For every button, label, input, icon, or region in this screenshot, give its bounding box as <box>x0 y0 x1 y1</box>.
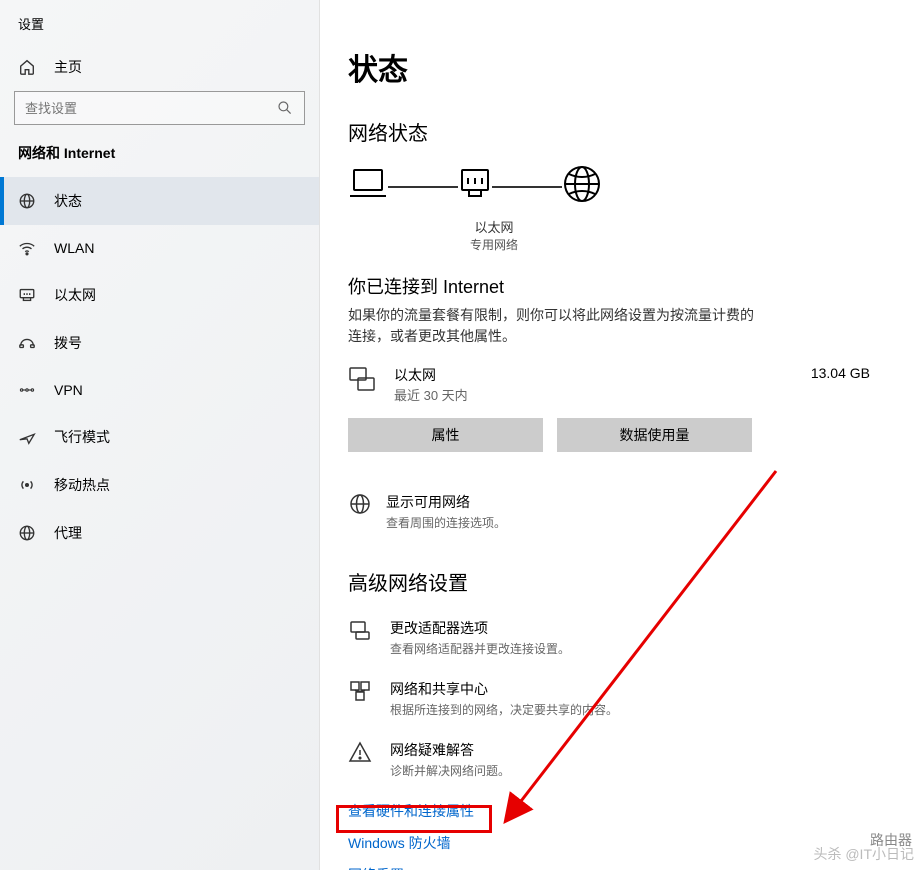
sidebar-item-label: 以太网 <box>54 285 96 305</box>
sidebar-item-label: 代理 <box>54 523 82 543</box>
sidebar-item-ethernet[interactable]: 以太网 <box>0 271 319 319</box>
page-title: 状态 <box>348 45 920 89</box>
ethernet-port-icon <box>458 166 492 207</box>
sidebar-item-label: VPN <box>54 382 83 398</box>
sidebar-item-label: 拨号 <box>54 333 82 353</box>
search-input[interactable] <box>25 101 276 116</box>
sidebar-item-proxy[interactable]: 代理 <box>0 509 319 557</box>
ethernet-info-row: 以太网 最近 30 天内 13.04 GB <box>348 365 920 404</box>
highlight-box <box>336 805 492 833</box>
sidebar-item-label: WLAN <box>54 240 94 256</box>
sidebar-item-label: 飞行模式 <box>54 427 110 447</box>
ethernet-icon <box>348 365 376 398</box>
sidebar-item-label: 移动热点 <box>54 475 110 495</box>
available-networks-desc: 查看周围的连接选项。 <box>386 514 506 531</box>
sidebar-item-label: 状态 <box>54 191 82 211</box>
properties-button[interactable]: 属性 <box>348 418 543 452</box>
app-title: 设置 <box>0 8 319 39</box>
home-icon <box>18 58 36 76</box>
show-networks-link[interactable]: 显示可用网络 查看周围的连接选项。 <box>348 492 768 531</box>
network-status-title: 网络状态 <box>348 117 920 146</box>
proxy-icon <box>18 524 36 542</box>
connected-description: 如果你的流量套餐有限制，则你可以将此网络设置为按流量计费的连接，或者更改其他属性… <box>348 305 758 347</box>
sidebar-item-dialup[interactable]: 拨号 <box>0 319 319 367</box>
sidebar-item-vpn[interactable]: VPN <box>0 367 319 413</box>
ethernet-icon <box>18 286 36 304</box>
troubleshoot-link[interactable]: 网络疑难解答 诊断并解决网络问题。 <box>348 740 848 779</box>
search-icon <box>276 99 294 117</box>
adapter-options-link[interactable]: 更改适配器选项 查看网络适配器并更改连接设置。 <box>348 618 848 657</box>
wifi-icon <box>18 239 36 257</box>
sharing-icon <box>348 679 372 708</box>
sharing-center-link[interactable]: 网络和共享中心 根据所连接到的网络，决定要共享的内容。 <box>348 679 848 718</box>
globe-icon <box>348 492 372 521</box>
main-content: 状态 网络状态 以太网 专用网络 你已连接到 Internet 如果你的流量套餐… <box>320 0 920 870</box>
warning-icon <box>348 740 372 769</box>
ethernet-usage: 13.04 GB <box>811 365 920 381</box>
home-label: 主页 <box>54 57 82 77</box>
network-diagram <box>348 164 920 209</box>
diagram-line <box>492 186 562 188</box>
diagram-line <box>388 186 458 188</box>
airplane-icon <box>18 428 36 446</box>
sidebar-section-label: 网络和 Internet <box>0 143 319 177</box>
laptop-icon <box>348 166 388 207</box>
sidebar-item-hotspot[interactable]: 移动热点 <box>0 461 319 509</box>
network-reset-link[interactable]: 网络重置 <box>348 865 920 870</box>
sidebar-item-airplane[interactable]: 飞行模式 <box>0 413 319 461</box>
sidebar-nav: 状态 WLAN 以太网 拨号 VPN 飞行模式 移动热点 代理 <box>0 177 319 557</box>
available-networks-title: 显示可用网络 <box>386 492 506 512</box>
settings-sidebar: 设置 主页 网络和 Internet 状态 WLAN 以太网 拨号 <box>0 0 320 870</box>
data-usage-button[interactable]: 数据使用量 <box>557 418 752 452</box>
ethernet-name: 以太网 <box>394 365 468 385</box>
sidebar-item-wlan[interactable]: WLAN <box>0 225 319 271</box>
status-icon <box>18 192 36 210</box>
hotspot-icon <box>18 476 36 494</box>
watermark: 头杀 @IT小日记 <box>813 844 914 864</box>
home-link[interactable]: 主页 <box>0 39 319 91</box>
globe-icon <box>562 164 602 209</box>
search-input-container[interactable] <box>14 91 305 125</box>
diagram-labels: 以太网 专用网络 <box>466 217 522 253</box>
vpn-icon <box>18 381 36 399</box>
sidebar-item-status[interactable]: 状态 <box>0 177 319 225</box>
connected-title: 你已连接到 Internet <box>348 273 920 299</box>
advanced-settings-title: 高级网络设置 <box>348 567 920 596</box>
adapter-icon <box>348 618 372 647</box>
ethernet-recent: 最近 30 天内 <box>394 385 468 404</box>
dialup-icon <box>18 334 36 352</box>
